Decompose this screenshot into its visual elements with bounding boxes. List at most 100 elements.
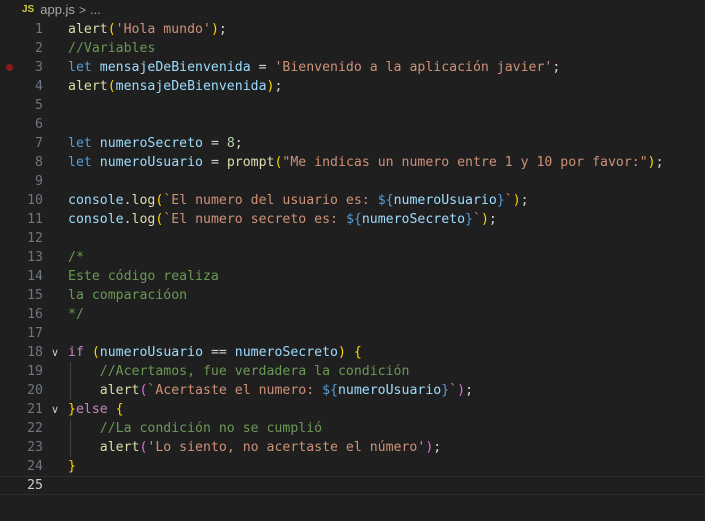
code-token: (	[91, 345, 100, 360]
code-token: `	[504, 193, 513, 208]
code-token: ;	[520, 193, 529, 208]
code-line[interactable]: 18 ∨ if (numeroUsuario == numeroSecreto) {	[0, 343, 705, 362]
code-token: `	[473, 212, 481, 227]
line-number: 25	[27, 478, 43, 493]
javascript-file-icon: JS	[22, 4, 35, 15]
code-token: )	[457, 383, 466, 398]
code-token: 'Lo siento, no acertaste el número'	[147, 440, 426, 455]
code-line[interactable]: 8 let numeroUsuario = prompt("Me indicas …	[0, 153, 705, 172]
code-token: numeroUsuario	[99, 345, 204, 360]
code-line[interactable]: 14 Este código realiza	[0, 267, 705, 286]
code-line[interactable]: 1 alert('Hola mundo');	[0, 20, 705, 39]
code-token: alert	[99, 440, 140, 455]
code-line[interactable]: 17	[0, 324, 705, 343]
code-token: numeroSecreto	[234, 345, 338, 360]
code-line[interactable]: 12	[0, 229, 705, 248]
code-token: numeroSecreto	[99, 136, 203, 151]
code-token: mensajeDeBienvenida	[99, 60, 251, 75]
code-text: let mensajeDeBienvenida = 'Bienvenido a …	[68, 58, 560, 77]
line-number: 2	[35, 41, 43, 56]
code-token: log	[131, 193, 156, 208]
code-text: alert('Hola mundo');	[68, 20, 227, 39]
code-token: Este código realiza	[68, 269, 219, 284]
code-line[interactable]: 4 alert(mensajeDeBienvenida);	[0, 77, 705, 96]
line-number: 8	[35, 155, 43, 170]
code-line[interactable]: 5	[0, 96, 705, 115]
code-text: //Variables	[68, 39, 155, 58]
code-line[interactable]: 13 /*	[0, 248, 705, 267]
code-token: let	[68, 60, 92, 75]
code-token: let	[68, 155, 92, 170]
line-number: 11	[27, 212, 43, 227]
code-text: //Acertamos, fue verdadera la condición	[68, 362, 410, 381]
indent-guide	[70, 419, 71, 457]
code-token: numeroSecreto	[361, 212, 466, 227]
line-number: 14	[27, 269, 43, 284]
code-token: mensajeDeBienvenida	[115, 79, 267, 94]
line-number: 19	[27, 364, 43, 379]
code-token: {	[115, 402, 124, 417]
code-token: numeroUsuario	[393, 193, 497, 208]
code-line[interactable]: 7 let numeroSecreto = 8;	[0, 134, 705, 153]
line-number: 17	[27, 326, 43, 341]
code-token: 'Bienvenido a la aplicación javier'	[274, 60, 553, 75]
line-number: 6	[35, 117, 43, 132]
code-text: console.log(`El numero secreto es: ${num…	[68, 210, 497, 229]
code-token: ${	[377, 193, 394, 208]
code-text: let numeroUsuario = prompt("Me indicas u…	[68, 153, 664, 172]
code-token: ;	[274, 79, 283, 94]
code-token: .	[123, 193, 132, 208]
code-token: }	[465, 212, 473, 227]
code-editor[interactable]: 1 alert('Hola mundo'); 2//Variables 3 let me…	[0, 19, 705, 521]
code-token: let	[68, 136, 92, 151]
code-line[interactable]: 3 let mensajeDeBienvenida = 'Bienvenido a…	[0, 58, 705, 77]
line-number: 3	[35, 60, 43, 75]
code-line[interactable]: 15 la comparacióon	[0, 286, 705, 305]
code-token: }	[68, 459, 76, 474]
code-token: log	[131, 212, 156, 227]
code-token: /*	[68, 250, 84, 265]
code-token: 'Hola mundo'	[115, 22, 211, 37]
code-text: //La condición no se cumplió	[68, 419, 322, 438]
line-number: 4	[35, 79, 43, 94]
fold-chevron-icon[interactable]: ∨	[51, 343, 59, 362]
code-token: //Acertamos, fue verdadera la condición	[99, 364, 410, 379]
code-line[interactable]: 11 console.log(`El numero secreto es: ${n…	[0, 210, 705, 229]
code-text: Este código realiza	[68, 267, 219, 286]
line-number: 20	[27, 383, 43, 398]
code-token: ==	[203, 345, 235, 360]
code-line[interactable]: 23 alert('Lo siento, no acertaste el núm…	[0, 438, 705, 457]
code-line[interactable]: 25	[0, 476, 705, 495]
code-line[interactable]: 16 */	[0, 305, 705, 324]
code-token: "Me indicas un numero entre 1 y 10 por f…	[282, 155, 648, 170]
code-line[interactable]: 6	[0, 115, 705, 134]
line-number: 24	[27, 459, 43, 474]
code-line[interactable]: 21 ∨}else {	[0, 400, 705, 419]
code-token: numeroUsuario	[337, 383, 442, 398]
code-line[interactable]: 22 //La condición no se cumplió	[0, 419, 705, 438]
code-token: )	[480, 212, 489, 227]
breadcrumb-symbols[interactable]: ...	[90, 2, 101, 17]
breadcrumb-file[interactable]: app.js	[40, 2, 75, 17]
code-line[interactable]: 20 alert(`Acertaste el numero: ${numeroU…	[0, 381, 705, 400]
code-line[interactable]: 10 console.log(`El numero del usuario es:…	[0, 191, 705, 210]
code-token: =	[203, 155, 227, 170]
code-text: console.log(`El numero del usuario es: $…	[68, 191, 529, 210]
code-line[interactable]: 24}	[0, 457, 705, 476]
code-text: let numeroSecreto = 8;	[68, 134, 243, 153]
code-token: if	[68, 345, 84, 360]
code-text: la comparacióon	[68, 286, 187, 305]
code-line[interactable]: 9	[0, 172, 705, 191]
fold-chevron-icon[interactable]: ∨	[51, 400, 59, 419]
code-token: else	[75, 402, 108, 417]
code-line[interactable]: 2 //Variables	[0, 39, 705, 58]
code-line[interactable]: 19 //Acertamos, fue verdadera la condici…	[0, 362, 705, 381]
indent-guide	[70, 362, 71, 400]
line-number: 7	[35, 136, 43, 151]
line-number: 1	[35, 22, 43, 37]
